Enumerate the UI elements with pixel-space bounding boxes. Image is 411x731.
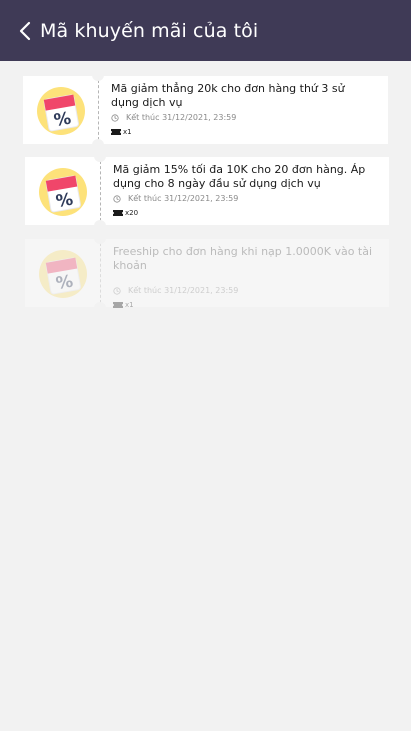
- coupon-expiry-row: Kết thúc 31/12/2021, 23:59: [113, 193, 375, 205]
- coupon-icon-area: %: [25, 157, 100, 225]
- coupon-quantity: x1: [123, 128, 132, 136]
- coupon-icon-area: %: [25, 239, 100, 307]
- coupon-title: Freeship cho đơn hàng khi nạp 1.0000K và…: [113, 245, 373, 272]
- coupon-card[interactable]: % Mã giảm 15% tối đa 10K cho 20 đơn hàng…: [25, 156, 389, 226]
- clock-icon: [113, 195, 121, 203]
- percent-calendar-icon: %: [39, 250, 87, 298]
- back-button[interactable]: [14, 17, 38, 45]
- page-title: Mã khuyến mãi của tôi: [40, 20, 259, 42]
- coupon-expiry-row: Kết thúc 31/12/2021, 23:59: [111, 112, 374, 124]
- coupon-notch: [94, 302, 106, 308]
- svg-text:%: %: [54, 190, 74, 213]
- percent-calendar-icon: %: [39, 168, 87, 216]
- coupon-expiry: Kết thúc 31/12/2021, 23:59: [128, 286, 239, 295]
- ticket-icon: [113, 210, 123, 216]
- ticket-icon: [111, 129, 121, 135]
- chevron-left-icon: [19, 21, 31, 41]
- coupon-quantity-row: x20: [113, 208, 375, 218]
- clock-icon: [113, 287, 121, 295]
- svg-text:%: %: [52, 109, 72, 132]
- svg-text:%: %: [54, 272, 74, 295]
- coupon-card-disabled[interactable]: % Freeship cho đơn hàng khi nạp 1.0000K …: [25, 238, 389, 310]
- coupon-divider: [100, 161, 101, 221]
- coupon-divider: [100, 243, 101, 303]
- coupon-expiry-row: Kết thúc 31/12/2021, 23:59: [113, 285, 375, 297]
- coupon-details: Freeship cho đơn hàng khi nạp 1.0000K và…: [113, 245, 375, 310]
- ticket-icon: [113, 302, 123, 308]
- coupon-title: Mã giảm thẳng 20k cho đơn hàng thứ 3 sử …: [111, 82, 345, 109]
- coupon-details: Mã giảm 15% tối đa 10K cho 20 đơn hàng. …: [113, 163, 375, 218]
- coupon-expiry: Kết thúc 31/12/2021, 23:59: [126, 113, 237, 122]
- coupon-notch: [94, 220, 106, 226]
- coupon-details: Mã giảm thẳng 20k cho đơn hàng thứ 3 sử …: [111, 82, 374, 137]
- coupon-quantity-row: x1: [113, 300, 375, 310]
- coupon-quantity-row: x1: [111, 127, 374, 137]
- coupon-expiry: Kết thúc 31/12/2021, 23:59: [128, 194, 239, 203]
- coupon-divider: [98, 80, 99, 140]
- coupon-quantity: x1: [125, 301, 134, 309]
- percent-calendar-icon: %: [37, 87, 85, 135]
- coupon-icon-area: %: [23, 76, 98, 144]
- coupon-card[interactable]: % Mã giảm thẳng 20k cho đơn hàng thứ 3 s…: [23, 75, 388, 145]
- coupon-quantity: x20: [125, 209, 139, 217]
- coupon-notch: [92, 139, 104, 145]
- app-header: Mã khuyến mãi của tôi: [0, 0, 411, 61]
- coupon-title: Mã giảm 15% tối đa 10K cho 20 đơn hàng. …: [113, 163, 366, 190]
- clock-icon: [111, 114, 119, 122]
